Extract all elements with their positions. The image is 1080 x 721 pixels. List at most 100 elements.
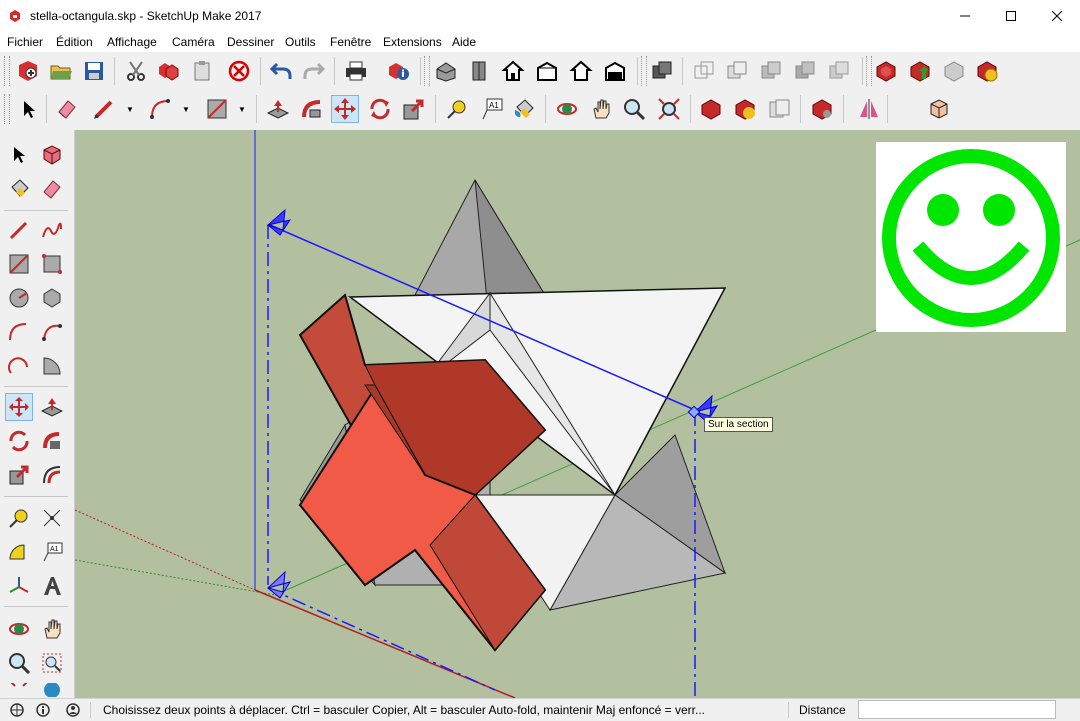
redo-button[interactable]: [300, 57, 328, 85]
left-zoom-extents-button[interactable]: [5, 683, 33, 697]
erase-button[interactable]: [225, 57, 253, 85]
shaded-texture-button[interactable]: [791, 57, 819, 85]
left-view-button[interactable]: [601, 57, 629, 85]
text-tool-button[interactable]: A1: [477, 95, 505, 123]
arc-tool-button[interactable]: [147, 95, 175, 123]
save-button[interactable]: [80, 57, 108, 85]
left-line-button[interactable]: [5, 216, 33, 244]
move-tool-button[interactable]: [331, 95, 359, 123]
paste-button[interactable]: [188, 57, 216, 85]
credits-info-icon[interactable]: [36, 703, 50, 717]
share-model-button[interactable]: [906, 57, 934, 85]
stella-octangula-model[interactable]: [298, 178, 727, 652]
wireframe-button[interactable]: [690, 57, 718, 85]
menu-fenetre[interactable]: Fenêtre: [330, 35, 371, 49]
monochrome-button[interactable]: [825, 57, 853, 85]
maximize-button[interactable]: [988, 0, 1034, 32]
follow-me-tool-button[interactable]: [298, 95, 326, 123]
left-previous-view-button[interactable]: [38, 683, 66, 697]
left-move-button[interactable]: [5, 393, 33, 421]
tape-measure-tool-button[interactable]: [443, 95, 471, 123]
select-tool-button[interactable]: [14, 95, 42, 123]
warehouse-button[interactable]: [872, 57, 900, 85]
geo-location-icon[interactable]: [10, 703, 24, 717]
toolbar-grip[interactable]: [424, 56, 430, 86]
menu-outils[interactable]: Outils: [285, 35, 316, 49]
back-view-button[interactable]: [567, 57, 595, 85]
left-pie-button[interactable]: [38, 352, 66, 380]
orbit-tool-button[interactable]: [553, 95, 581, 123]
toolbar-grip[interactable]: [4, 56, 10, 86]
share-model-button-2[interactable]: [731, 95, 759, 123]
left-orbit-button[interactable]: [5, 615, 33, 643]
minimize-button[interactable]: [942, 0, 988, 32]
left-dimension-button[interactable]: [38, 504, 66, 532]
left-follow-me-button[interactable]: [38, 427, 66, 455]
extension-manager-button[interactable]: [808, 95, 836, 123]
section-plane-button[interactable]: [855, 95, 883, 123]
left-rotated-rectangle-button[interactable]: [38, 250, 66, 278]
iso-view-button[interactable]: [432, 57, 460, 85]
left-select-button[interactable]: [5, 141, 33, 169]
left-push-pull-button[interactable]: [38, 393, 66, 421]
eraser-tool-button[interactable]: [53, 95, 81, 123]
new-model-button[interactable]: [14, 57, 42, 85]
left-3d-text-button[interactable]: [38, 572, 66, 600]
drawing-viewport[interactable]: Sur la section: [75, 130, 1080, 698]
rectangle-tool-dropdown[interactable]: ▼: [236, 95, 248, 123]
close-button[interactable]: [1034, 0, 1080, 32]
left-3pt-arc-button[interactable]: [5, 352, 33, 380]
rotate-tool-button[interactable]: [366, 95, 394, 123]
arc-tool-dropdown[interactable]: ▼: [180, 95, 192, 123]
left-circle-button[interactable]: [5, 284, 33, 312]
shaded-button[interactable]: [757, 57, 785, 85]
layout-send-button[interactable]: [765, 95, 793, 123]
model-info-button[interactable]: [385, 57, 413, 85]
user-account-icon[interactable]: [66, 703, 80, 717]
left-make-component-button[interactable]: [38, 141, 66, 169]
front-view-button[interactable]: [499, 57, 527, 85]
push-pull-tool-button[interactable]: [264, 95, 292, 123]
line-tool-dropdown[interactable]: ▼: [124, 95, 136, 123]
left-freehand-button[interactable]: [38, 216, 66, 244]
left-eraser-button[interactable]: [38, 175, 66, 203]
left-axes-button[interactable]: [5, 572, 33, 600]
left-arc-button[interactable]: [5, 318, 33, 346]
menu-extensions[interactable]: Extensions: [383, 35, 442, 49]
rectangle-tool-button[interactable]: [203, 95, 231, 123]
left-text-button[interactable]: A1: [38, 538, 66, 566]
left-paint-button[interactable]: [5, 175, 33, 203]
scale-tool-button[interactable]: [400, 95, 428, 123]
menu-fichier[interactable]: Fichier: [7, 35, 43, 49]
warehouse-components-button[interactable]: [940, 57, 968, 85]
left-protractor-button[interactable]: [5, 538, 33, 566]
xray-button[interactable]: [648, 57, 676, 85]
zoom-tool-button[interactable]: [620, 95, 648, 123]
component-button[interactable]: [925, 95, 953, 123]
toolbar-grip[interactable]: [641, 56, 647, 86]
undo-button[interactable]: [267, 57, 295, 85]
paint-bucket-tool-button[interactable]: [510, 95, 538, 123]
left-2pt-arc-button[interactable]: [38, 318, 66, 346]
menu-dessiner[interactable]: Dessiner: [227, 35, 274, 49]
menu-edition[interactable]: Édition: [56, 35, 93, 49]
top-view-button[interactable]: [465, 57, 493, 85]
right-view-button[interactable]: [533, 57, 561, 85]
extension-warehouse-button[interactable]: [973, 57, 1001, 85]
zoom-extents-tool-button[interactable]: [655, 95, 683, 123]
pan-tool-button[interactable]: [587, 95, 615, 123]
left-scale-button[interactable]: [5, 461, 33, 489]
left-rectangle-button[interactable]: [5, 250, 33, 278]
left-rotate-button[interactable]: [5, 427, 33, 455]
left-zoom-window-button[interactable]: [38, 649, 66, 677]
hidden-line-button[interactable]: [723, 57, 751, 85]
menu-affichage[interactable]: Affichage: [107, 35, 157, 49]
measurement-value-box[interactable]: [858, 700, 1056, 719]
menu-aide[interactable]: Aide: [452, 35, 476, 49]
left-offset-button[interactable]: [38, 461, 66, 489]
left-pan-button[interactable]: [38, 615, 66, 643]
open-button[interactable]: [47, 57, 75, 85]
toolbar-grip[interactable]: [4, 94, 10, 124]
cut-button[interactable]: [122, 57, 150, 85]
menu-camera[interactable]: Caméra: [172, 35, 215, 49]
